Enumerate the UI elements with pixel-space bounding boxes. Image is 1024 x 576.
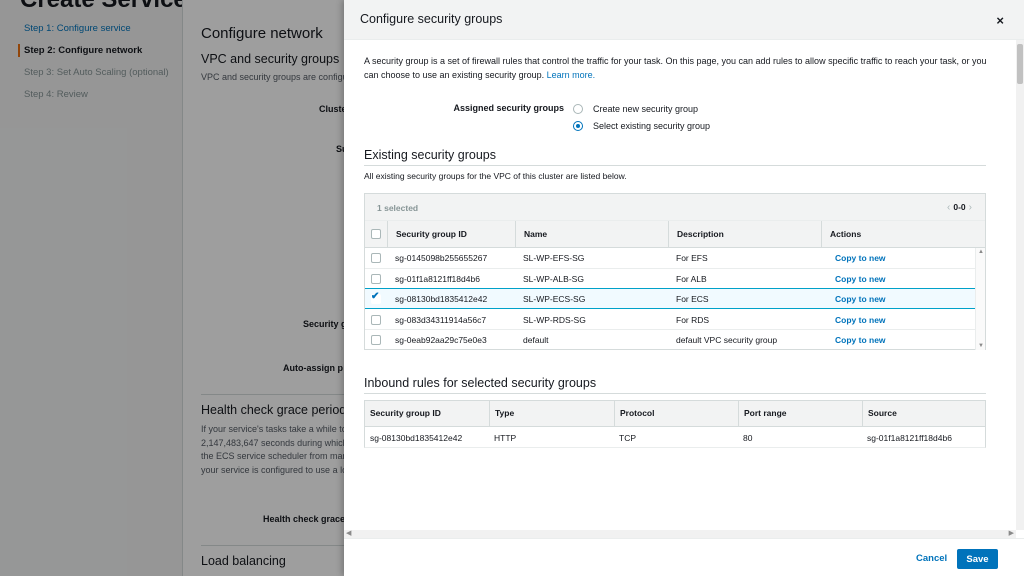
- modal-title: Configure security groups: [360, 12, 503, 26]
- table-scrollbar[interactable]: ▲ ▼: [975, 248, 985, 350]
- radio-button[interactable]: [573, 103, 583, 114]
- cell-description: default VPC security group: [676, 335, 778, 345]
- modal-header: Configure security groups ×: [344, 0, 1024, 40]
- column-name[interactable]: Name: [515, 221, 668, 247]
- row-checkbox[interactable]: [371, 253, 381, 263]
- cell-name: SL-WP-ALB-SG: [523, 273, 584, 284]
- copy-to-new-link[interactable]: Copy to new: [821, 289, 886, 309]
- intro-text: A security group is a set of firewall ru…: [364, 56, 987, 80]
- cell-description: For ECS: [676, 294, 709, 304]
- table-row-selected[interactable]: ✔ sg-08130bd1835412e42 SL-WP-ECS-SG For …: [365, 288, 975, 309]
- column-type: Type: [489, 401, 614, 426]
- table-header: Security group ID Name Description Actio…: [365, 221, 985, 248]
- cell-name: SL-WP-RDS-SG: [523, 314, 586, 325]
- table-row[interactable]: sg-0145098b255655267 SL-WP-EFS-SG For EF…: [365, 248, 975, 269]
- copy-to-new-link[interactable]: Copy to new: [821, 310, 886, 330]
- column-actions: Actions: [821, 221, 974, 247]
- cell-name: SL-WP-EFS-SG: [523, 253, 585, 263]
- scrollbar-thumb[interactable]: [1017, 44, 1023, 84]
- cell-description: For EFS: [676, 253, 708, 263]
- scroll-down-icon[interactable]: ▼: [978, 343, 984, 349]
- divider: [364, 393, 986, 394]
- assigned-security-groups-label: Assigned security groups: [453, 103, 564, 113]
- copy-to-new-link[interactable]: Copy to new: [821, 248, 886, 268]
- cell-sg-id: sg-0eab92aa29c75e0e3: [395, 335, 487, 345]
- cell-name: SL-WP-ECS-SG: [523, 294, 586, 304]
- existing-groups-desc: All existing security groups for the VPC…: [364, 171, 627, 181]
- copy-to-new-link[interactable]: Copy to new: [821, 330, 886, 350]
- table-header: Security group ID Type Protocol Port ran…: [365, 401, 985, 427]
- modal-horizontal-scrollbar[interactable]: ◀ ▶: [344, 530, 1016, 538]
- selected-count: 1 selected: [377, 203, 419, 213]
- radio-label: Select existing security group: [593, 121, 711, 131]
- row-checkbox-checked[interactable]: ✔: [371, 291, 381, 304]
- cell-sg-id: sg-083d34311914a56c7: [395, 314, 487, 325]
- cancel-button[interactable]: Cancel: [904, 549, 959, 569]
- column-description[interactable]: Description: [668, 221, 821, 247]
- cell-description: For ALB: [676, 273, 707, 284]
- header-select-cell: [365, 221, 387, 247]
- chevron-left-icon[interactable]: ‹: [947, 202, 950, 213]
- page-range: 0-0: [953, 202, 966, 212]
- cell-description: For RDS: [676, 314, 710, 325]
- scroll-left-icon[interactable]: ◀: [346, 529, 351, 537]
- inbound-rules-table: Security group ID Type Protocol Port ran…: [364, 400, 986, 448]
- configure-security-groups-modal: Configure security groups × A security g…: [344, 0, 1024, 576]
- radio-create-new[interactable]: Create new security group: [573, 103, 698, 117]
- cell-name: default: [523, 335, 549, 345]
- existing-groups-title: Existing security groups: [364, 148, 497, 162]
- save-button[interactable]: Save: [957, 549, 998, 569]
- cell-sg-id: sg-08130bd1835412e42: [395, 294, 488, 304]
- table-row[interactable]: sg-01f1a8121ff18d4b6 SL-WP-ALB-SG For AL…: [365, 269, 975, 289]
- inbound-rules-title: Inbound rules for selected security grou…: [364, 376, 597, 390]
- column-source: Source: [862, 401, 985, 426]
- modal-body: A security group is a set of firewall ru…: [344, 40, 1016, 530]
- pagination: ‹ 0-0 ›: [944, 202, 975, 213]
- cell-protocol: TCP: [619, 433, 636, 443]
- modal-footer: Cancel Save: [344, 538, 1024, 576]
- close-icon[interactable]: ×: [996, 13, 1004, 28]
- divider: [364, 165, 986, 166]
- cell-sg-id: sg-01f1a8121ff18d4b6: [395, 273, 480, 284]
- column-security-group-id: Security group ID: [370, 408, 441, 418]
- scroll-up-icon[interactable]: ▲: [978, 249, 984, 255]
- cell-sg-id: sg-08130bd1835412e42: [370, 433, 463, 443]
- cell-sg-id: sg-0145098b255655267: [395, 253, 488, 263]
- radio-button-selected[interactable]: [573, 120, 583, 131]
- table-row[interactable]: sg-083d34311914a56c7 SL-WP-RDS-SG For RD…: [365, 310, 975, 330]
- row-checkbox[interactable]: [371, 314, 381, 325]
- copy-to-new-link[interactable]: Copy to new: [821, 269, 886, 289]
- modal-vertical-scrollbar[interactable]: [1016, 40, 1024, 530]
- cell-type: HTTP: [494, 433, 517, 443]
- learn-more-link[interactable]: Learn more.: [547, 70, 596, 80]
- radio-select-existing[interactable]: Select existing security group: [573, 120, 710, 134]
- select-all-checkbox[interactable]: [371, 229, 381, 239]
- column-port-range: Port range: [738, 401, 862, 426]
- column-security-group-id[interactable]: Security group ID: [387, 221, 515, 247]
- cell-port-range: 80: [743, 433, 753, 443]
- cell-source: sg-01f1a8121ff18d4b6: [867, 433, 952, 443]
- row-checkbox[interactable]: [371, 273, 381, 284]
- table-row[interactable]: sg-0eab92aa29c75e0e3 default default VPC…: [365, 330, 975, 351]
- row-checkbox[interactable]: [371, 335, 381, 345]
- check-icon: ✔: [371, 291, 380, 302]
- radio-label: Create new security group: [593, 104, 699, 114]
- chevron-right-icon[interactable]: ›: [969, 202, 972, 213]
- column-protocol: Protocol: [614, 401, 738, 426]
- table-toolbar: 1 selected ‹ 0-0 ›: [365, 194, 985, 221]
- scroll-right-icon[interactable]: ▶: [1009, 529, 1014, 537]
- existing-groups-table: 1 selected ‹ 0-0 › Security group ID Name …: [364, 193, 986, 350]
